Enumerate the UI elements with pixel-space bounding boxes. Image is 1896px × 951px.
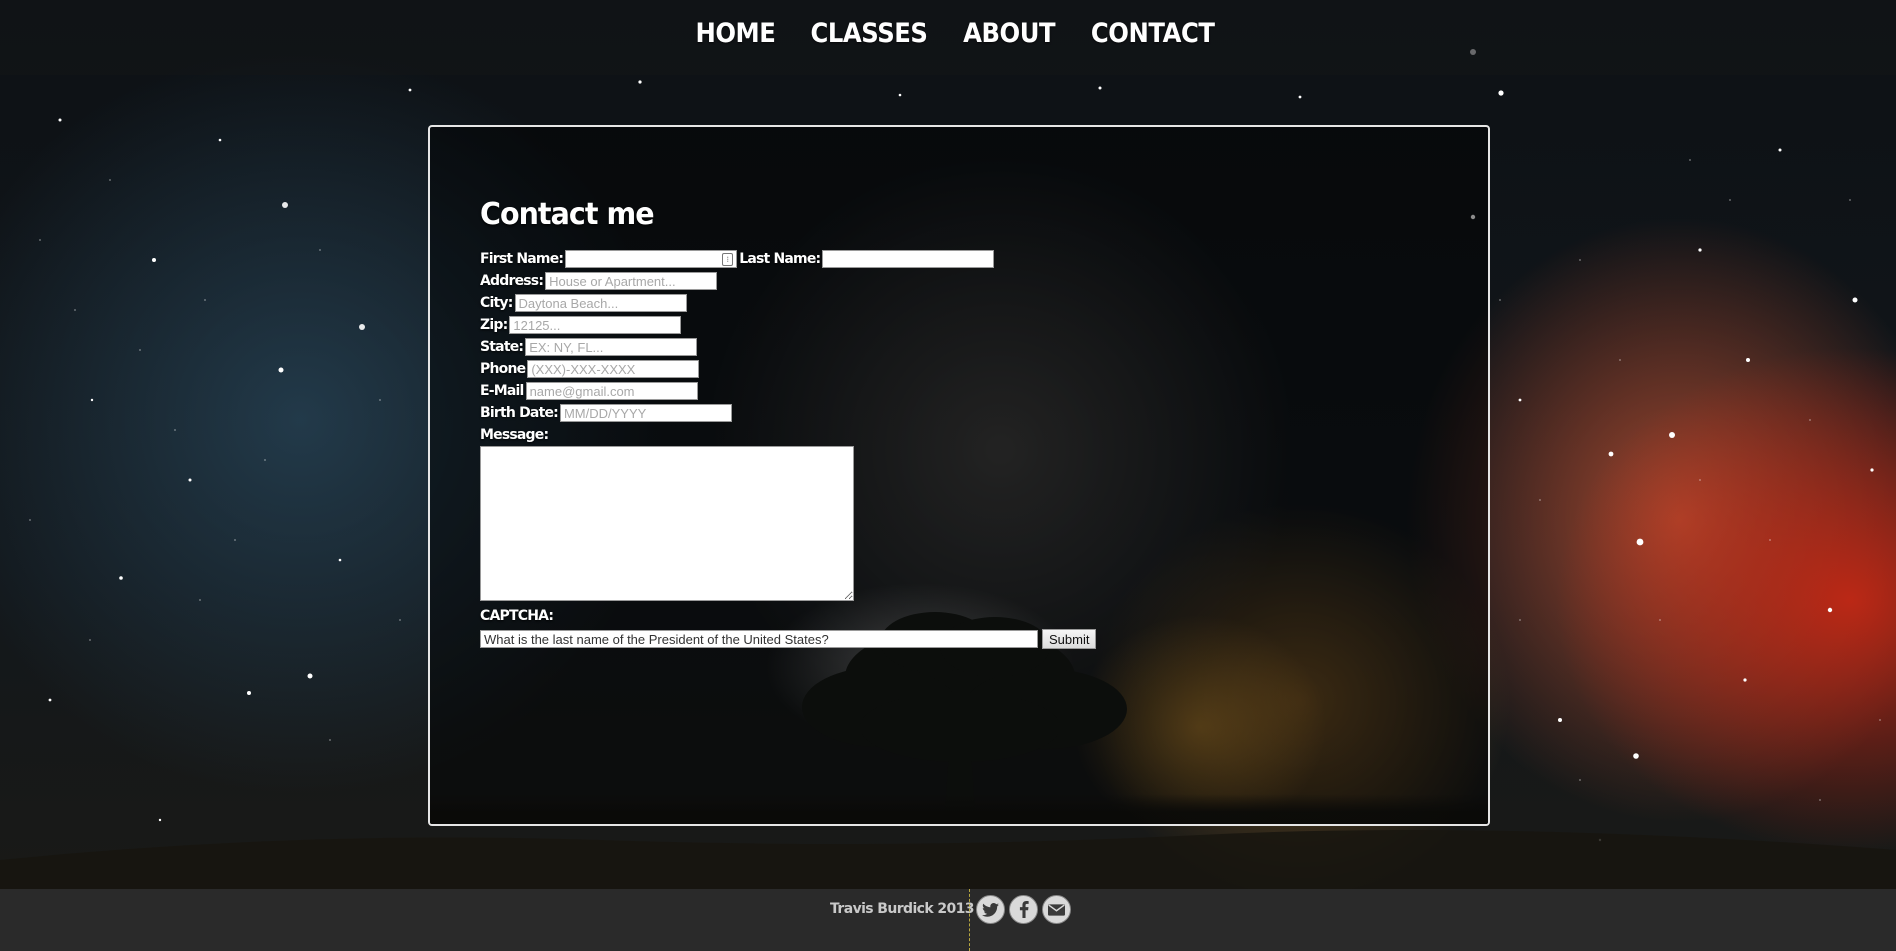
first-name-wrapper: ⁝	[565, 249, 738, 269]
birth-date-label: Birth Date:	[480, 405, 559, 421]
nav-about[interactable]: ABOUT	[963, 18, 1056, 49]
footer: Travis Burdick 2013	[0, 889, 1896, 951]
captcha-label-row: CAPTCHA:	[480, 605, 1096, 627]
phone-label: Phone	[480, 361, 526, 377]
address-label: Address:	[480, 273, 544, 289]
autofill-contact-icon[interactable]: ⁝	[722, 252, 734, 266]
captcha-field[interactable]	[480, 630, 1038, 648]
message-label-row: Message:	[480, 424, 1096, 446]
last-name-label: Last Name:	[739, 251, 821, 267]
name-row: First Name: ⁝ Last Name:	[480, 248, 1096, 270]
state-field[interactable]	[525, 338, 698, 356]
email-label: E-Mail	[480, 383, 524, 399]
last-name-field[interactable]	[822, 250, 995, 268]
captcha-row: Submit	[480, 629, 1097, 649]
contact-form: Contact me First Name: ⁝ Last Name: Addr…	[480, 197, 1097, 649]
phone-field[interactable]	[527, 360, 700, 378]
twitter-icon[interactable]	[976, 895, 1005, 924]
state-row: State:	[480, 336, 1096, 358]
facebook-icon[interactable]	[1009, 895, 1038, 924]
zip-field[interactable]	[509, 316, 682, 334]
email-field[interactable]	[525, 382, 698, 400]
address-field[interactable]	[545, 272, 718, 290]
footer-copyright: Travis Burdick 2013	[830, 901, 975, 917]
captcha-label: CAPTCHA:	[480, 608, 554, 624]
birth-date-field[interactable]	[559, 404, 732, 422]
social-links	[976, 895, 1071, 924]
grass-ground	[430, 794, 1488, 824]
city-row: City:	[480, 292, 1096, 314]
phone-row: Phone	[480, 358, 1096, 380]
first-name-label: First Name:	[480, 251, 564, 267]
state-label: State:	[480, 339, 524, 355]
page-title: Contact me	[480, 197, 655, 232]
email-row: E-Mail	[480, 380, 1096, 402]
mail-icon[interactable]	[1042, 895, 1071, 924]
message-textarea[interactable]	[480, 446, 854, 601]
nav-contact[interactable]: CONTACT	[1091, 18, 1215, 49]
submit-button[interactable]: Submit	[1042, 629, 1097, 649]
zip-label: Zip:	[480, 317, 508, 333]
nav-home[interactable]: HOME	[695, 18, 775, 49]
city-label: City:	[480, 295, 513, 311]
nav-classes[interactable]: CLASSES	[810, 18, 927, 49]
city-field[interactable]	[514, 294, 687, 312]
first-name-field[interactable]	[565, 249, 738, 268]
address-row: Address:	[480, 270, 1096, 292]
birth-date-row: Birth Date:	[480, 402, 1096, 424]
message-label: Message:	[480, 427, 549, 443]
main-nav: HOME CLASSES ABOUT CONTACT	[0, 18, 1896, 49]
footer-divider	[969, 889, 970, 951]
zip-row: Zip:	[480, 314, 1096, 336]
contact-panel: Contact me First Name: ⁝ Last Name: Addr…	[428, 125, 1490, 826]
